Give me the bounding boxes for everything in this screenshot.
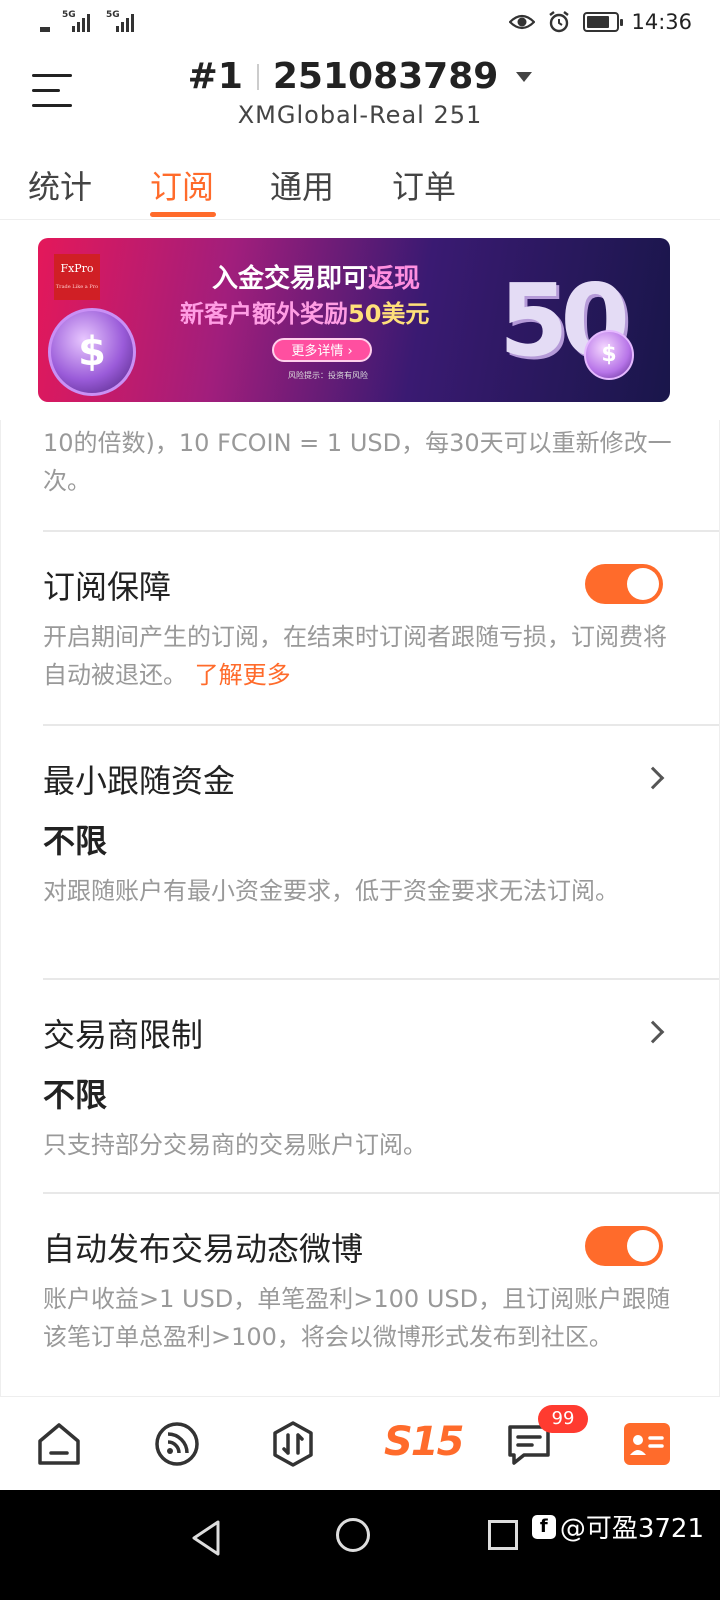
broker-limit-desc: 只支持部分交易商的交易账户订阅。: [43, 1131, 427, 1159]
min-funds-title: 最小跟随资金: [43, 762, 236, 800]
separator: [256, 63, 259, 90]
auto-post-toggle[interactable]: [585, 1226, 663, 1266]
banner-more-button[interactable]: 更多详情 ›: [272, 338, 372, 362]
account-prefix: #1: [187, 56, 243, 97]
dropdown-caret-icon: [516, 71, 533, 82]
banner-headline: 入金交易即可返现: [212, 264, 421, 294]
profile-card-icon[interactable]: [622, 1419, 672, 1469]
recent-apps-icon[interactable]: [488, 1520, 518, 1550]
banner-subheadline: 新客户额外奖励50美元: [180, 300, 430, 328]
protection-title: 订阅保障: [43, 568, 172, 606]
account-number: 251083789: [272, 56, 499, 97]
bottom-nav: S15 99: [0, 1396, 720, 1490]
chevron-right-icon: [641, 1020, 665, 1044]
message-badge: 99: [538, 1405, 588, 1433]
battery-icon: [583, 12, 624, 32]
trade-icon[interactable]: [268, 1419, 318, 1469]
platform-logo-icon: f: [531, 1514, 556, 1539]
divider: [43, 724, 719, 726]
tab-stats[interactable]: 统计: [28, 162, 92, 208]
dollar-coin-icon: $: [584, 330, 634, 380]
tab-general[interactable]: 通用: [270, 162, 334, 208]
signal-icon: 5G: [40, 10, 92, 32]
banner-risk-note: 风险提示：投资有风险: [288, 371, 368, 380]
settings-list: 10的倍数)，10 FCOIN = 1 USD，每30天可以重新修改一次。 订阅…: [0, 420, 720, 1396]
status-icons: 14:36: [509, 10, 692, 34]
system-nav-bar: f @可盈3721: [0, 1490, 720, 1600]
signal-icon: 5G: [106, 10, 142, 32]
watermark: f @可盈3721: [531, 1508, 704, 1545]
home-circle-icon[interactable]: [336, 1518, 370, 1552]
account-selector[interactable]: #1 251083789 XMGlobal-Real 251: [0, 56, 720, 129]
chevron-right-icon: [641, 766, 665, 790]
tab-bar: 统计 订阅 通用 订单: [0, 148, 720, 220]
feed-icon[interactable]: [152, 1419, 202, 1469]
clock: 14:36: [631, 10, 692, 34]
server-name: XMGlobal-Real 251: [237, 101, 483, 129]
protection-toggle[interactable]: [585, 564, 663, 604]
protection-desc: 开启期间产生的订阅，在结束时订阅者跟随亏损，订阅费将自动被退还。 了解更多: [43, 623, 667, 689]
tab-orders[interactable]: 订单: [392, 162, 456, 208]
learn-more-link[interactable]: 了解更多: [195, 661, 291, 689]
signal-indicators: 5G 5G: [40, 10, 142, 32]
broker-limit-title: 交易商限制: [43, 1016, 204, 1054]
auto-post-desc: 账户收益>1 USD，单笔盈利>100 USD，且订阅账户跟随该笔订单总盈利>1…: [43, 1285, 671, 1351]
tab-subscription[interactable]: 订阅: [150, 162, 214, 208]
promo-banner[interactable]: FxPro Trade Like a Pro $ 入金交易即可返现 新客户额外奖…: [38, 238, 670, 402]
partial-description: 10的倍数)，10 FCOIN = 1 USD，每30天可以重新修改一次。: [43, 429, 672, 495]
min-funds-value: 不限: [43, 822, 108, 860]
auto-post-title: 自动发布交易动态微博: [43, 1230, 364, 1268]
broker-limit-value: 不限: [43, 1076, 108, 1114]
active-tab-indicator: [150, 212, 216, 217]
fxpro-logo: FxPro Trade Like a Pro: [54, 254, 100, 300]
divider: [43, 1192, 719, 1194]
eye-icon: [509, 14, 536, 30]
dollar-coin-icon: $: [48, 308, 136, 396]
min-funds-desc: 对跟随账户有最小资金要求，低于资金要求无法订阅。: [43, 877, 619, 905]
back-icon[interactable]: [190, 1518, 222, 1558]
s15-tab[interactable]: S15: [384, 1419, 464, 1465]
alarm-icon: [549, 11, 570, 33]
app-header: #1 251083789 XMGlobal-Real 251: [0, 48, 720, 148]
divider: [43, 978, 719, 980]
home-icon[interactable]: [34, 1419, 84, 1469]
status-bar: 5G 5G 14:36: [0, 0, 720, 48]
divider: [43, 530, 719, 532]
